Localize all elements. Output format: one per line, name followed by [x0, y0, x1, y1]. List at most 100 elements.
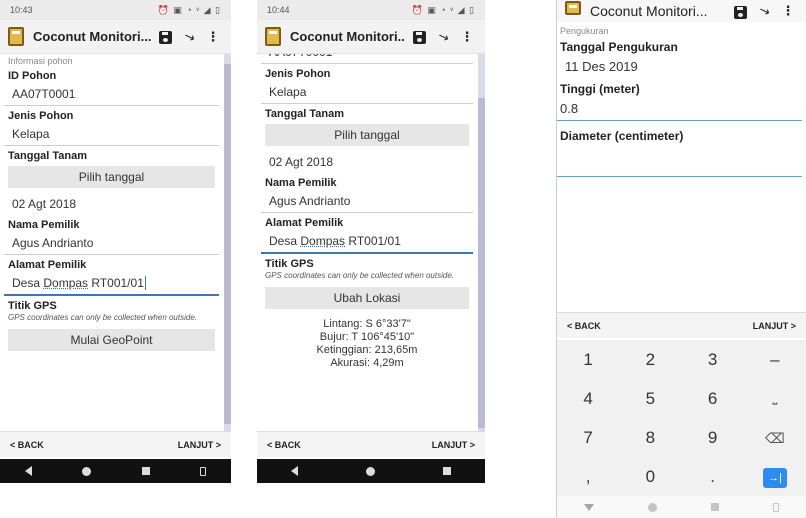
id-pohon-field-partial[interactable]: AA07T0001 [261, 54, 473, 64]
clipboard-icon [8, 27, 24, 46]
alamat-mid: Dompas [300, 234, 346, 248]
back-button[interactable]: < BACK [10, 440, 44, 450]
more-icon[interactable]: ⋮ [778, 3, 798, 19]
status-time: 10:44 [267, 5, 290, 15]
tanggal-pengukuran-label: Tanggal Pengukuran [560, 40, 678, 54]
mulai-geopoint-button[interactable]: Mulai GeoPoint [8, 329, 215, 351]
form-nav-bar: < BACK LANJUT > [557, 312, 806, 338]
rotate-icon[interactable] [773, 502, 779, 512]
titik-gps-label: Titik GPS [265, 258, 314, 270]
key-9[interactable]: 9 [682, 428, 744, 448]
nama-pemilik-label: Nama Pemilik [8, 219, 80, 231]
key-0[interactable]: 0 [619, 467, 681, 487]
go-key[interactable]: →| [744, 466, 806, 488]
back-triangle-icon[interactable] [291, 466, 298, 476]
ubah-lokasi-button[interactable]: Ubah Lokasi [265, 287, 469, 309]
akurasi-text: Akurasi: 4,29m [330, 357, 404, 369]
back-button[interactable]: < BACK [567, 321, 601, 331]
key-1[interactable]: 1 [557, 350, 619, 370]
clipboard-icon [265, 27, 281, 46]
group-label: Informasi pohon [8, 56, 73, 66]
jenis-pohon-field[interactable]: Kelapa [4, 122, 219, 146]
lintang-text: Lintang: S 6°33'7" [323, 318, 411, 330]
key-8[interactable]: 8 [619, 428, 681, 448]
app-bar: Coconut Monitori... ↘ ⋮ [557, 0, 806, 22]
alamat-post: RT001/01 [345, 234, 401, 248]
status-bar: 10:44 ⏰ ▣ ◔ ᵛ ◢ ▯ [257, 0, 485, 20]
jump-icon[interactable]: ↘ [754, 2, 774, 20]
tinggi-label: Tinggi (meter) [560, 82, 640, 96]
gps-hint: GPS coordinates can only be collected wh… [265, 271, 455, 280]
home-icon[interactable] [366, 466, 375, 476]
scrollbar-thumb[interactable] [224, 64, 231, 424]
alamat-mid: Dompas [43, 276, 89, 290]
nama-pemilik-label: Nama Pemilik [265, 177, 337, 189]
key-6[interactable]: 6 [682, 389, 744, 409]
key-2[interactable]: 2 [619, 350, 681, 370]
jenis-pohon-field[interactable]: Kelapa [261, 80, 473, 104]
screen-gps: 10:44 ⏰ ▣ ◔ ᵛ ◢ ▯ Coconut Monitori... ↘ … [257, 0, 485, 483]
tanggal-tanam-value: 02 Agt 2018 [12, 197, 77, 211]
backspace-key[interactable]: ⌫ [744, 428, 806, 448]
tanggal-tanam-label: Tanggal Tanam [265, 108, 345, 120]
save-icon[interactable] [409, 29, 429, 45]
key-minus[interactable]: – [744, 350, 806, 370]
alamat-pemilik-field[interactable]: Desa Dompas RT001/01 [261, 229, 473, 254]
bujur-text: Bujur: T 106°45'10" [319, 331, 415, 343]
diameter-label: Diameter (centimeter) [560, 129, 684, 143]
form-content: Informasi pohon ID Pohon AA07T0001 Jenis… [0, 54, 223, 431]
status-icons: ⏰ ▣ ◔ ᵛ ◢ ▯ [157, 4, 221, 15]
hide-keyboard-icon[interactable] [584, 503, 594, 511]
ketinggian-text: Ketinggian: 213,65m [316, 344, 418, 356]
alamat-pemilik-field[interactable]: Desa Dompas RT001/01 [4, 271, 219, 296]
more-icon[interactable]: ⋮ [457, 29, 477, 45]
key-comma[interactable]: , [557, 467, 619, 487]
scrollbar-thumb[interactable] [478, 98, 485, 428]
key-space[interactable]: ⎵ [744, 391, 806, 406]
tanggal-tanam-label: Tanggal Tanam [8, 150, 88, 162]
next-button[interactable]: LANJUT > [432, 440, 475, 450]
form-nav-bar: < BACK LANJUT > [257, 431, 485, 457]
id-pohon-field[interactable]: AA07T0001 [4, 82, 219, 106]
jenis-pohon-label: Jenis Pohon [8, 110, 74, 122]
gps-hint: GPS coordinates can only be collected wh… [8, 313, 198, 322]
form-content: Pengukuran Tanggal Pengukuran 11 Des 201… [557, 24, 806, 308]
jump-icon[interactable]: ↘ [433, 27, 453, 45]
key-4[interactable]: 4 [557, 389, 619, 409]
key-3[interactable]: 3 [682, 350, 744, 370]
pilih-tanggal-button[interactable]: Pilih tanggal [8, 166, 215, 188]
tanggal-tanam-value: 02 Agt 2018 [269, 155, 334, 169]
home-icon[interactable] [648, 502, 657, 512]
save-icon[interactable] [730, 3, 750, 19]
app-title: Coconut Monitori... [33, 29, 151, 44]
tinggi-field[interactable]: 0.8 [557, 96, 802, 121]
system-nav-bar [0, 459, 231, 483]
nama-pemilik-field[interactable]: Agus Andrianto [261, 189, 473, 213]
gps-readout: Lintang: S 6°33'7" Bujur: T 106°45'10" K… [257, 313, 477, 375]
next-button[interactable]: LANJUT > [753, 321, 796, 331]
key-7[interactable]: 7 [557, 428, 619, 448]
pilih-tanggal-button[interactable]: Pilih tanggal [265, 124, 469, 146]
form-content: AA07T0001 Jenis Pohon Kelapa Tanggal Tan… [257, 54, 477, 431]
next-field-icon: →| [762, 467, 787, 488]
nama-pemilik-field[interactable]: Agus Andrianto [4, 231, 219, 255]
system-nav-bar [257, 459, 485, 483]
back-button[interactable]: < BACK [267, 440, 301, 450]
diameter-field[interactable] [557, 151, 802, 177]
key-dot[interactable]: . [682, 467, 744, 487]
recents-icon[interactable] [443, 467, 451, 475]
id-pohon-label: ID Pohon [8, 70, 57, 82]
home-icon[interactable] [82, 466, 92, 476]
back-triangle-icon[interactable] [25, 466, 33, 476]
recents-icon[interactable] [141, 467, 150, 475]
recents-icon[interactable] [711, 503, 719, 511]
jump-icon[interactable]: ↘ [179, 27, 199, 45]
clipboard-icon [565, 1, 581, 15]
more-icon[interactable]: ⋮ [203, 29, 223, 45]
next-button[interactable]: LANJUT > [178, 440, 221, 450]
save-icon[interactable] [155, 29, 175, 45]
app-title: Coconut Monitori... [290, 29, 405, 44]
key-5[interactable]: 5 [619, 389, 681, 409]
app-bar: Coconut Monitori... ↘ ⋮ [0, 20, 231, 54]
rotate-icon[interactable] [199, 466, 206, 476]
